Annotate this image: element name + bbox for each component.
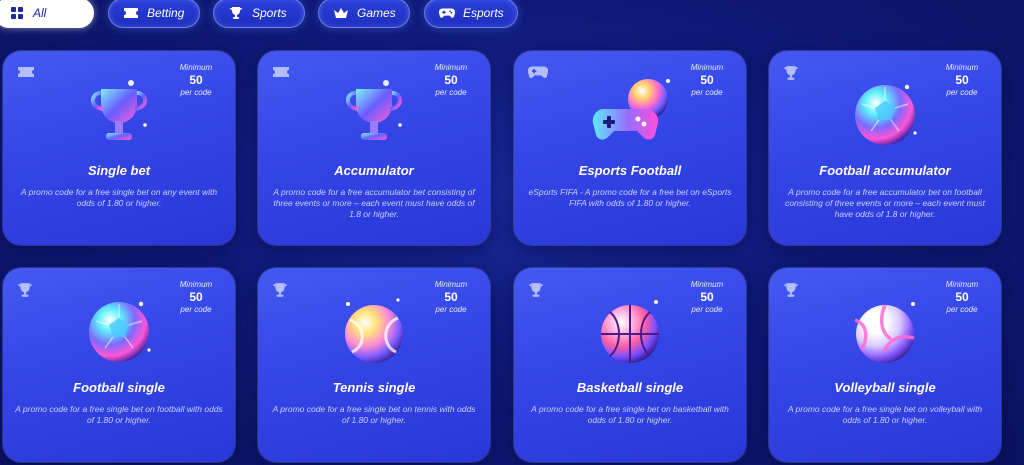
trophy-icon [272, 282, 290, 298]
minimum-box: Minimum 50 per code [426, 63, 476, 98]
card-title: Football single [73, 380, 165, 395]
filter-label: Games [357, 6, 396, 20]
minimum-label: Minimum [690, 280, 724, 289]
filter-label: Betting [147, 6, 185, 20]
minimum-unit: per code [435, 88, 467, 97]
minimum-box: Minimum 50 per code [682, 280, 732, 315]
ticket-icon [272, 65, 290, 81]
trophy-art [334, 73, 414, 153]
minimum-unit: per code [180, 88, 212, 97]
minimum-label: Minimum [434, 63, 468, 72]
filter-esports[interactable]: Esports [424, 0, 518, 28]
minimum-value: 50 [444, 290, 458, 304]
card-title: Esports Football [578, 163, 682, 178]
minimum-label: Minimum [179, 280, 213, 289]
minimum-unit: per code [946, 305, 978, 314]
card-description: A promo code for a free single bet on ba… [531, 404, 729, 425]
minimum-box: Minimum 50 per code [171, 63, 221, 98]
volleyball-art [845, 290, 925, 370]
gamepad-icon [439, 5, 455, 21]
minimum-value: 50 [955, 73, 969, 87]
card-title: Football accumulator [819, 163, 951, 178]
promo-card-accumulator[interactable]: Minimum 50 per code Accumulator A promo code… [258, 51, 490, 245]
minimum-box: Minimum 50 per code [937, 280, 987, 315]
minimum-box: Minimum 50 per code [171, 280, 221, 315]
card-title: Accumulator [334, 163, 414, 178]
basketball-art [590, 290, 670, 370]
card-title: Tennis single [332, 380, 416, 395]
minimum-label: Minimum [945, 63, 979, 72]
gamepad-icon [527, 65, 549, 81]
trophy-art [79, 73, 159, 153]
card-title: Single bet [87, 163, 151, 178]
trophy-icon [528, 282, 546, 298]
filter-betting[interactable]: Betting [108, 0, 200, 28]
minimum-value: 50 [955, 290, 969, 304]
minimum-value: 50 [700, 73, 714, 87]
filter-label: All [33, 6, 47, 20]
minimum-box: Minimum 50 per code [682, 63, 732, 98]
promo-card-football-single[interactable]: Minimum 50 per code Football single A promo … [3, 268, 235, 462]
promo-card-tennis-single[interactable]: Minimum 50 per code Tennis single A promo co… [258, 268, 490, 462]
card-description: A promo code for a free accumulator bet … [785, 187, 985, 219]
trophy-icon [783, 65, 801, 81]
promo-card-basketball-single[interactable]: Minimum 50 per code Basketball single A prom… [514, 268, 746, 462]
minimum-unit: per code [946, 88, 978, 97]
minimum-unit: per code [691, 88, 723, 97]
minimum-value: 50 [444, 73, 458, 87]
filter-all[interactable]: All [0, 0, 94, 28]
gamepad-ball-art [590, 73, 670, 153]
ticket-icon [17, 65, 35, 81]
card-description: eSports FIFA - A promo code for a free b… [528, 187, 732, 208]
ticket-icon [123, 5, 139, 21]
minimum-unit: per code [435, 305, 467, 314]
promo-card-volleyball-single[interactable]: Minimum 50 per code Volleyball single A prom… [769, 268, 1001, 462]
promo-card-esports-football[interactable]: Minimum 50 per code Esports Football eSports… [514, 51, 746, 245]
football-art [79, 290, 159, 370]
minimum-box: Minimum 50 per code [937, 63, 987, 98]
promo-card-single-bet[interactable]: Minimum 50 per code Single bet A promo code … [3, 51, 235, 245]
trophy-icon [17, 282, 35, 298]
minimum-label: Minimum [690, 63, 724, 72]
trophy-icon [783, 282, 801, 298]
minimum-value: 50 [189, 290, 203, 304]
card-title: Basketball single [576, 380, 684, 395]
grid-icon [9, 5, 25, 21]
card-description: A promo code for a free single bet on te… [272, 404, 476, 425]
football-art [845, 73, 925, 153]
minimum-label: Minimum [434, 280, 468, 289]
card-title: Volleyball single [834, 380, 936, 395]
filter-label: Sports [252, 6, 287, 20]
trophy-icon [228, 5, 244, 21]
card-description: A promo code for a free accumulator bet … [273, 187, 475, 219]
minimum-value: 50 [189, 73, 203, 87]
card-description: A promo code for a free single bet on vo… [787, 404, 983, 425]
minimum-unit: per code [180, 305, 212, 314]
promo-card-football-accumulator[interactable]: Minimum 50 per code Football accumulator A p… [769, 51, 1001, 245]
minimum-box: Minimum 50 per code [426, 280, 476, 315]
minimum-label: Minimum [945, 280, 979, 289]
tennis-art [334, 290, 414, 370]
filter-label: Esports [463, 6, 504, 20]
card-description: A promo code for a free single bet on an… [20, 187, 218, 208]
minimum-unit: per code [691, 305, 723, 314]
crown-icon [333, 5, 349, 21]
card-description: A promo code for a free single bet on fo… [15, 404, 223, 425]
filter-games[interactable]: Games [318, 0, 410, 28]
filter-sports[interactable]: Sports [213, 0, 305, 28]
minimum-value: 50 [700, 290, 714, 304]
minimum-label: Minimum [179, 63, 213, 72]
